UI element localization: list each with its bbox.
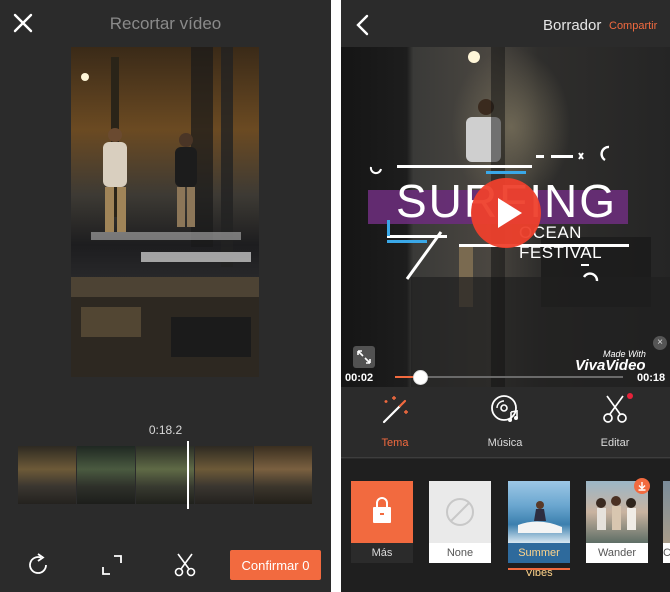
surfer-image [518,501,562,533]
seek-knob[interactable] [413,370,429,385]
notification-dot [627,393,633,399]
video-frame [71,47,259,377]
close-watermark-icon[interactable]: × [653,336,667,350]
back-chevron-icon[interactable] [353,14,373,36]
overlay-subline: OCEAN FESTIVAL [519,223,603,262]
timeline-strip[interactable] [18,446,312,504]
fullscreen-icon[interactable] [353,346,375,368]
video-player[interactable]: SURFING OCEAN FESTIVAL Made With VivaVid… [341,47,670,387]
theme-thumbnail [663,481,670,543]
trim-timecode: 0:18.2 [148,423,183,437]
timeline-thumb [195,446,253,504]
none-icon [446,498,474,526]
total-time: 00:18 [637,372,666,384]
theme-label: Wander [586,543,648,563]
timeline-thumb [136,446,194,504]
tool-label: Editar [600,437,630,449]
theme-label: None [429,543,491,563]
tool-label: Tema [381,437,409,449]
scissors-icon[interactable] [171,551,199,579]
tool-label: Música [487,437,523,449]
tool-theme-button[interactable]: Tema [355,392,435,449]
timeline-thumb [254,446,312,504]
draft-preview-screen: Borrador Compartir SURFING [341,0,670,592]
theme-label: Summer Vibes [508,543,570,579]
crop-icon[interactable] [98,551,126,579]
trim-playhead[interactable] [187,441,189,509]
theme-more[interactable]: Más [351,481,413,563]
timeline-thumb [77,446,135,504]
music-disc-icon [491,395,518,422]
theme-none[interactable]: None [429,481,491,563]
download-icon[interactable] [634,478,650,494]
bag-icon [373,497,391,523]
share-button[interactable]: Compartir [609,20,657,32]
watermark-brand: VivaVideo [575,357,646,374]
theme-label: Más [351,543,413,563]
theme-partial[interactable]: Ca [663,481,670,563]
selected-indicator [508,568,570,570]
magic-wand-icon [382,396,408,424]
video-preview[interactable] [71,47,259,377]
timeline-thumb [18,446,76,504]
current-time: 00:02 [345,372,374,384]
theme-thumbnail [429,481,491,543]
page-title: Recortar vídeo [109,14,222,33]
divider [341,457,670,458]
page-title: Borrador [543,17,602,34]
theme-thumbnail [508,481,570,543]
theme-label: Ca [663,543,670,563]
tool-edit-button[interactable]: Editar [575,392,655,449]
rotate-icon[interactable] [24,551,52,579]
play-button[interactable] [471,178,541,248]
confirm-button[interactable]: Confirmar 0 [230,550,321,580]
theme-thumbnail [351,481,413,543]
seek-track[interactable] [395,376,623,378]
trim-video-screen: Recortar vídeo 0:18.2 Confirmar 0 [0,0,331,592]
tool-music-button[interactable]: Música [465,392,545,449]
theme-summer-vibes[interactable]: Summer Vibes [508,481,570,579]
